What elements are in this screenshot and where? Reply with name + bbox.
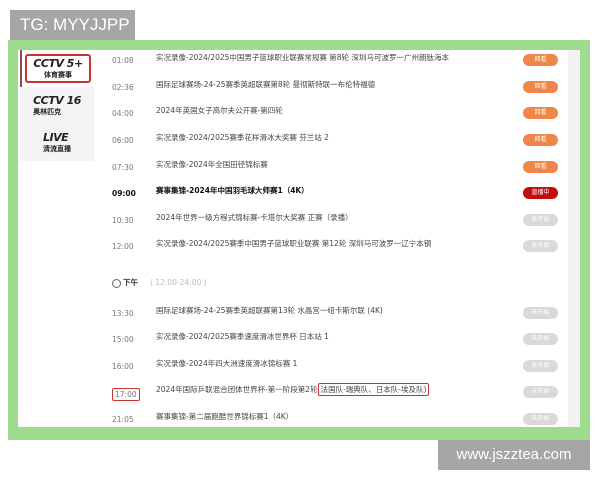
- period-range: ( 12:00-24:00 ): [150, 278, 207, 287]
- program-time: 17:00: [112, 388, 140, 401]
- program-title: 实况录像-2024/2025赛季中国男子篮球职业联赛 第12轮 深圳马可波罗一辽…: [156, 239, 432, 248]
- schedule-row[interactable]: 04:00 2024年英国女子高尔夫公开赛-第四轮 回看: [18, 103, 578, 123]
- program-time: 01:08: [112, 56, 134, 65]
- status-button-replay[interactable]: 回看: [523, 81, 558, 93]
- period-header: 下午 ( 12:00-24:00 ): [112, 277, 207, 288]
- status-button-upcoming[interactable]: 未开始: [523, 360, 558, 372]
- program-title: 实况录像-2024/2025中国男子篮球职业联赛常规赛 第8轮 深圳马可波罗一广…: [156, 53, 449, 62]
- schedule-row[interactable]: 09:00 赛事集锦-2024年中国羽毛球大师赛1（4K） 直播中: [18, 183, 578, 203]
- schedule-row[interactable]: 01:08 实况录像-2024/2025中国男子篮球职业联赛常规赛 第8轮 深圳马…: [18, 50, 578, 70]
- schedule-row[interactable]: 02:36 国际足球赛场-24-25赛季英超联赛第8轮 曼彻斯特联一布伦特福德 回看: [18, 77, 578, 97]
- program-title: 实况录像-2024/2025赛季花样滑冰大奖赛 芬兰站 2: [156, 133, 329, 142]
- schedule-row[interactable]: 16:00 实况录像-2024年四大洲速度滑冰锦标赛 1 未开始: [18, 356, 578, 376]
- status-button-replay[interactable]: 回看: [523, 161, 558, 173]
- highlighted-teams: 法国队-瑞典队、日本队-埃及队): [317, 383, 430, 396]
- status-button-upcoming[interactable]: 未开始: [523, 240, 558, 252]
- status-button-upcoming[interactable]: 未开始: [523, 333, 558, 345]
- watermark-top: TG: MYYJJPP: [10, 10, 135, 40]
- status-button-upcoming[interactable]: 未开始: [523, 307, 558, 319]
- program-title: 实况录像-2024年全国田径锦标赛: [156, 160, 268, 169]
- program-title: 2024年英国女子高尔夫公开赛-第四轮: [156, 106, 283, 115]
- clock-icon: [112, 278, 121, 288]
- schedule-row[interactable]: 06:00 实况录像-2024/2025赛季花样滑冰大奖赛 芬兰站 2 回看: [18, 130, 578, 150]
- schedule-row[interactable]: 13:30 国际足球赛场-24-25赛季英超联赛第13轮 水晶宫一纽卡斯尔联 (4…: [18, 303, 578, 323]
- status-button-upcoming[interactable]: 未开始: [523, 413, 558, 425]
- status-button-replay[interactable]: 回看: [523, 54, 558, 66]
- program-time: 02:36: [112, 83, 134, 92]
- status-button-replay[interactable]: 回看: [523, 107, 558, 119]
- schedule-row[interactable]: 15:00 实况录像-2024/2025赛季速度滑冰世界杯 日本站 1 未开始: [18, 329, 578, 349]
- program-title: 国际足球赛场-24-25赛季英超联赛第13轮 水晶宫一纽卡斯尔联 (4K): [156, 306, 383, 315]
- program-title: 2024年世界一级方程式锦标赛-卡塔尔大奖赛 正赛（录播）: [156, 213, 353, 222]
- program-title: 实况录像-2024年四大洲速度滑冰锦标赛 1: [156, 359, 298, 368]
- program-time: 04:00: [112, 109, 134, 118]
- period-label: 下午: [123, 278, 138, 287]
- program-title: 赛事集锦-2024年中国羽毛球大师赛1（4K）: [156, 186, 309, 195]
- schedule-panel: CCTV 5+ 体育赛事 CCTV 16 奥林匹克 LIVE 清流直播 01:08 实况录像…: [18, 50, 580, 427]
- schedule-row[interactable]: 12:00 实况录像-2024/2025赛季中国男子篮球职业联赛 第12轮 深圳马…: [18, 236, 578, 256]
- program-time: 15:00: [112, 335, 134, 344]
- watermark-bottom: www.jszztea.com: [438, 440, 590, 470]
- program-time: 16:00: [112, 362, 134, 371]
- schedule-row[interactable]: 17:00 2024年国际乒联混合团体世界杯-第一阶段第2轮 法国队-瑞典队、日本队…: [18, 382, 578, 402]
- status-button-live[interactable]: 直播中: [523, 187, 558, 199]
- status-button-replay[interactable]: 回看: [523, 134, 558, 146]
- program-time: 13:30: [112, 309, 134, 318]
- program-time: 07:30: [112, 163, 134, 172]
- program-time: 21:05: [112, 415, 134, 424]
- program-time: 06:00: [112, 136, 134, 145]
- program-title: 2024年国际乒联混合团体世界杯-第一阶段第2轮: [156, 385, 318, 394]
- status-button-upcoming[interactable]: 未开始: [523, 386, 558, 398]
- program-title: 赛事集锦-第二届跑酷世界锦标赛1（4K）: [156, 412, 294, 421]
- schedule-row[interactable]: 07:30 实况录像-2024年全国田径锦标赛 回看: [18, 157, 578, 177]
- program-time: 09:00: [112, 189, 136, 198]
- program-time: 10:30: [112, 216, 134, 225]
- schedule-row[interactable]: 10:30 2024年世界一级方程式锦标赛-卡塔尔大奖赛 正赛（录播） 未开始: [18, 210, 578, 230]
- program-time: 12:00: [112, 242, 134, 251]
- schedule-row[interactable]: 21:05 赛事集锦-第二届跑酷世界锦标赛1（4K） 未开始: [18, 409, 578, 427]
- status-button-upcoming[interactable]: 未开始: [523, 214, 558, 226]
- program-title: 实况录像-2024/2025赛季速度滑冰世界杯 日本站 1: [156, 332, 329, 341]
- program-title: 国际足球赛场-24-25赛季英超联赛第8轮 曼彻斯特联一布伦特福德: [156, 80, 376, 89]
